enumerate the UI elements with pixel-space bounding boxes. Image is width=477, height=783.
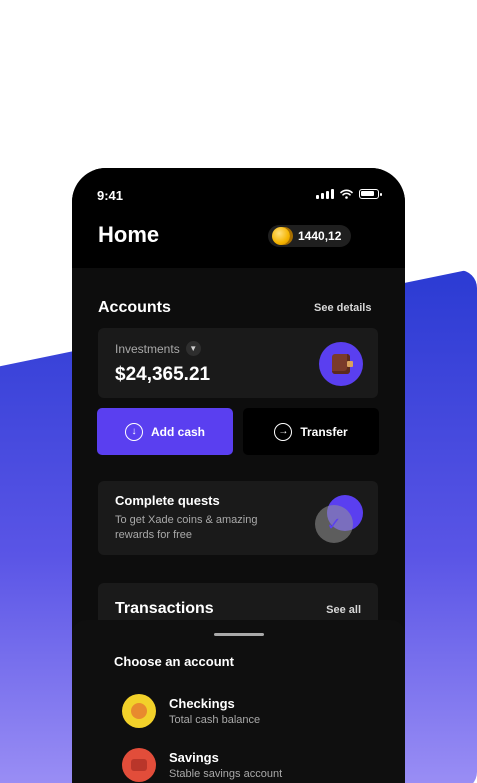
checkmark-badge-icon: ✓ (315, 495, 363, 543)
investments-card[interactable]: Investments ▼ $24,365.21 (98, 328, 378, 398)
see-all-link[interactable]: See all (326, 604, 361, 616)
chevron-down-icon: ▼ (185, 341, 201, 356)
add-cash-label: Add cash (150, 424, 205, 439)
account-name: Checkings (169, 696, 235, 711)
phone-screen: 9:41 Home 1440,12 Accounts See details I… (72, 168, 405, 783)
account-option-savings[interactable]: Savings Stable savings account (122, 748, 282, 782)
account-subtitle: Total cash balance (169, 714, 261, 726)
account-option-checkings[interactable]: Checkings Total cash balance (122, 694, 260, 728)
accounts-title: Accounts (98, 299, 171, 316)
quests-description: To get Xade coins & amazing rewards for … (115, 514, 258, 541)
investments-label: Investments (115, 341, 180, 356)
signal-icon (316, 189, 334, 199)
add-cash-button[interactable]: ↓ Add cash (97, 408, 233, 455)
wallet-icon (319, 342, 363, 386)
sheet-drag-handle[interactable] (214, 633, 264, 636)
top-bar: 9:41 Home 1440,12 (72, 168, 405, 268)
piggy-bank-icon (122, 748, 156, 782)
investments-dropdown[interactable]: Investments ▼ (115, 341, 201, 356)
quests-title: Complete quests (115, 493, 220, 508)
sheet-title: Choose an account (114, 654, 234, 669)
coin-icon (272, 227, 290, 245)
status-time: 9:41 (97, 188, 124, 203)
transfer-button[interactable]: → Transfer (243, 408, 379, 455)
see-details-link[interactable]: See details (314, 302, 371, 314)
transfer-label: Transfer (300, 424, 348, 439)
status-icons (316, 189, 382, 199)
coins-balance-pill[interactable]: 1440,12 (268, 225, 352, 247)
coins-balance-value: 1440,12 (298, 229, 342, 243)
account-name: Savings (169, 750, 219, 765)
account-subtitle: Stable savings account (169, 768, 283, 780)
page-title: Home (98, 222, 160, 247)
battery-icon (359, 189, 382, 199)
quests-card[interactable]: Complete quests To get Xade coins & amaz… (98, 481, 378, 555)
arrow-down-circle-icon: ↓ (124, 422, 143, 441)
transactions-title: Transactions (115, 600, 214, 617)
investments-value: $24,365.21 (115, 364, 211, 385)
wifi-icon (340, 189, 353, 199)
arrow-right-circle-icon: → (274, 422, 293, 441)
coin-icon (122, 694, 156, 728)
choose-account-sheet: Choose an account Checkings Total cash b… (72, 620, 405, 783)
